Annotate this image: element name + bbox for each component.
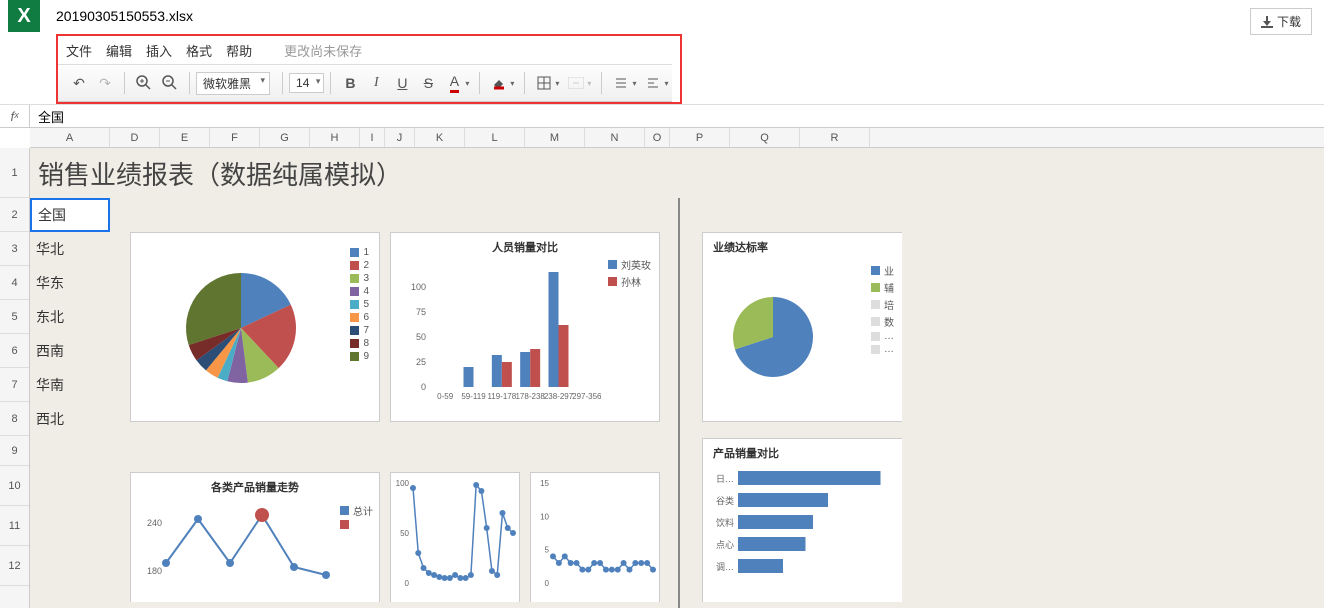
svg-text:50: 50 <box>416 332 426 342</box>
chart-title: 各类产品销量走势 <box>131 473 379 497</box>
unsaved-status: 更改尚未保存 <box>284 41 362 60</box>
region-cell[interactable]: 西南 <box>30 334 110 368</box>
redo-button[interactable]: ↷ <box>92 70 118 96</box>
svg-text:119-178: 119-178 <box>487 392 516 401</box>
svg-text:75: 75 <box>416 307 426 317</box>
menu-edit[interactable]: 编辑 <box>106 41 132 60</box>
svg-text:15: 15 <box>540 479 549 488</box>
svg-text:0: 0 <box>405 579 410 588</box>
svg-text:5: 5 <box>545 546 550 555</box>
chart-hbar-product-sales[interactable]: 产品销量对比 日… 谷类饮料点心调… <box>702 438 902 602</box>
chart-line-small-1[interactable]: 0 50 100 <box>390 472 520 602</box>
download-icon <box>1261 16 1273 28</box>
chart-title: 产品销量对比 <box>703 439 902 463</box>
chart-bar-person-sales[interactable]: 人员销量对比 0 25 50 75 100 0-59 59-119119-178178-23… <box>390 232 660 422</box>
zoom-in-button[interactable] <box>131 70 157 96</box>
region-cell[interactable]: 华南 <box>30 368 110 402</box>
merge-button[interactable] <box>563 70 589 96</box>
download-button[interactable]: 下载 <box>1250 8 1312 35</box>
menu-help[interactable]: 帮助 <box>226 41 252 60</box>
svg-text:100: 100 <box>396 479 410 488</box>
region-cell[interactable]: 华北 <box>30 232 110 266</box>
font-color-arrow[interactable]: ▾ <box>465 79 469 88</box>
font-select[interactable]: 微软雅黑 <box>196 72 270 95</box>
menu-file[interactable]: 文件 <box>66 41 92 60</box>
svg-text:0: 0 <box>421 382 426 392</box>
fx-label: fˣ <box>0 105 30 127</box>
region-cell[interactable]: 东北 <box>30 300 110 334</box>
toolbar: ↶ ↷ 微软雅黑 14 B I U S A▾ ▾ ▾ ▾ ▾ ▾ <box>58 64 672 102</box>
report-title: 销售业绩报表（数据纯属模拟） <box>30 148 1324 198</box>
svg-text:饮料: 饮料 <box>716 517 734 528</box>
svg-text:0-59: 0-59 <box>437 392 454 401</box>
border-button[interactable] <box>531 70 557 96</box>
chart-line-small-2[interactable]: 0 5 10 15 <box>530 472 660 602</box>
svg-text:点心: 点心 <box>716 540 734 550</box>
chart-title: 人员销量对比 <box>391 233 659 257</box>
formula-input[interactable] <box>30 107 1324 126</box>
svg-text:谷类: 谷类 <box>716 495 734 506</box>
region-cell[interactable]: 全国 <box>30 198 110 232</box>
sheet-area[interactable]: 销售业绩报表（数据纯属模拟） 全国华北华东东北西南华南西北 123456789 … <box>30 148 1324 608</box>
undo-button[interactable]: ↶ <box>66 70 92 96</box>
menu-format[interactable]: 格式 <box>186 41 212 60</box>
chart-line-product-trend[interactable]: 各类产品销量走势 180240 总计 <box>130 472 380 602</box>
underline-button[interactable]: U <box>389 70 415 96</box>
svg-text:25: 25 <box>416 357 426 367</box>
svg-text:297-356: 297-356 <box>572 392 602 401</box>
svg-text:日…: 日… <box>716 474 734 484</box>
svg-text:178-238: 178-238 <box>515 392 545 401</box>
svg-text:50: 50 <box>400 529 409 538</box>
halign-arrow[interactable]: ▾ <box>664 79 668 88</box>
font-size-select[interactable]: 14 <box>289 73 324 93</box>
menu-insert[interactable]: 插入 <box>146 41 172 60</box>
svg-text:0: 0 <box>545 579 550 588</box>
row-headers: 123456789101112 <box>0 148 30 608</box>
app-icon: X <box>8 0 40 32</box>
chart-pie-categories[interactable]: 123456789 <box>130 232 380 422</box>
fill-color-button[interactable] <box>486 70 512 96</box>
svg-text:10: 10 <box>540 512 549 521</box>
font-color-button[interactable]: A <box>441 70 467 96</box>
border-arrow[interactable]: ▾ <box>555 79 559 88</box>
chart-title: 业绩达标率 <box>703 233 902 257</box>
svg-text:59-119: 59-119 <box>461 392 486 401</box>
highlighted-region: 文件 编辑 插入 格式 帮助 更改尚未保存 ↶ ↷ 微软雅黑 14 B I U … <box>56 34 682 104</box>
italic-button[interactable]: I <box>363 70 389 96</box>
filename: 20190305150553.xlsx <box>56 8 193 24</box>
download-label: 下载 <box>1277 13 1301 30</box>
strike-button[interactable]: S <box>415 70 441 96</box>
region-cell[interactable]: 华东 <box>30 266 110 300</box>
merge-arrow[interactable]: ▾ <box>587 79 591 88</box>
halign-button[interactable] <box>640 70 666 96</box>
valign-arrow[interactable]: ▾ <box>632 79 636 88</box>
chart-pie-achievement[interactable]: 业绩达标率 业辅培数…… <box>702 232 902 422</box>
region-cell[interactable]: 西北 <box>30 402 110 436</box>
svg-text:180: 180 <box>147 566 162 576</box>
menubar: 文件 编辑 插入 格式 帮助 更改尚未保存 <box>58 36 672 64</box>
svg-text:100: 100 <box>411 282 426 292</box>
svg-text:238-297: 238-297 <box>544 392 574 401</box>
fill-color-arrow[interactable]: ▾ <box>510 79 514 88</box>
zoom-out-button[interactable] <box>157 70 183 96</box>
svg-text:240: 240 <box>147 518 162 528</box>
bold-button[interactable]: B <box>337 70 363 96</box>
svg-text:调…: 调… <box>716 562 734 572</box>
column-headers: ADEFGHIJKLMNOPQR <box>30 128 1324 148</box>
valign-button[interactable] <box>608 70 634 96</box>
